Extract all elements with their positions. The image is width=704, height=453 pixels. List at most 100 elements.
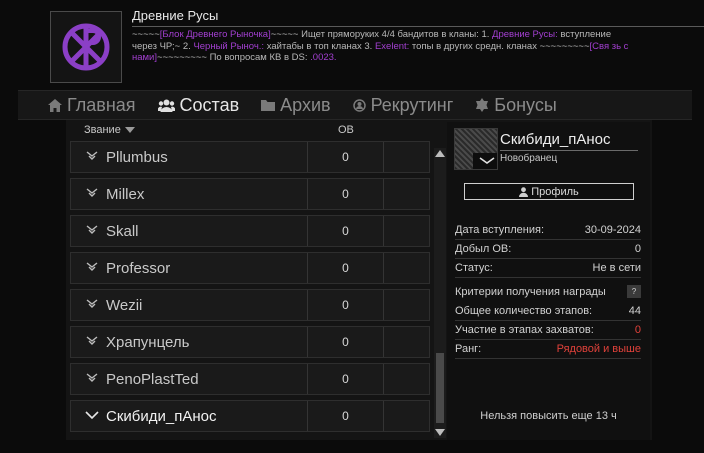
rank-chevron-icon	[86, 299, 98, 308]
recruit-icon	[352, 98, 366, 112]
profile-name-divider	[500, 150, 638, 151]
rank-header-label: Звание	[84, 124, 121, 136]
member-name: Скибиди_пАнос	[106, 408, 217, 425]
rank-chevron-icon	[86, 151, 98, 160]
rank-chevron-icon	[86, 336, 98, 345]
rank-chevron-icon	[86, 225, 98, 234]
description-text: ~~~~~ Ищет пряморуких 4/4 бандитов в кла…	[270, 29, 493, 40]
member-name: Millex	[106, 186, 145, 203]
table-row[interactable]: Professor 0	[70, 252, 430, 284]
folder-icon	[261, 99, 276, 111]
promote-note: Нельзя повысить еще 13 ч	[480, 410, 617, 422]
column-divider	[383, 253, 384, 283]
help-button[interactable]: ?	[627, 285, 641, 298]
member-ov: 0	[342, 150, 349, 164]
table-row[interactable]: Skall 0	[70, 215, 430, 247]
table-row[interactable]: Pllumbus 0	[70, 141, 430, 173]
tab-recruiting[interactable]: Рекрутинг	[352, 94, 454, 116]
member-name: PenoPlastTed	[106, 371, 199, 388]
scroll-thumb[interactable]	[436, 353, 444, 423]
tab-roster[interactable]: Состав	[157, 95, 239, 116]
rank-chevron-icon	[86, 188, 98, 197]
table-row[interactable]: PenoPlastTed 0	[70, 363, 430, 395]
table-row[interactable]: Millex 0	[70, 178, 430, 210]
tab-home-label: Главная	[67, 94, 136, 115]
scroll-up-icon[interactable]	[435, 150, 445, 157]
member-name: Professor	[106, 260, 171, 277]
stat-total-stages: Общее количество этапов: 44	[455, 303, 641, 321]
table-row[interactable]: Скибиди_пАнос 0	[70, 400, 430, 432]
avatar	[454, 128, 498, 170]
chi-rho-emblem-icon	[62, 23, 110, 71]
sort-down-icon	[124, 127, 135, 133]
profile-button[interactable]: Профиль	[464, 183, 634, 200]
stat-required-rank: Ранг: Рядовой и выше	[455, 341, 641, 359]
rank-chevron-icon	[86, 373, 98, 382]
member-ov: 0	[342, 224, 349, 238]
tab-archive-label: Архив	[280, 94, 331, 115]
stat-capture-participation: Участие в этапах захватов: 0	[455, 322, 641, 340]
description-highlight: Древние Русы:	[492, 29, 558, 40]
stat-status: Статус: Не в сети	[455, 260, 641, 278]
tab-archive[interactable]: Архив	[261, 94, 331, 116]
rank-chevron-icon	[85, 411, 99, 420]
badge-icon	[475, 98, 489, 112]
description-highlight: .0023.	[310, 52, 337, 63]
ov-header[interactable]: ОВ	[338, 124, 354, 136]
header-divider	[132, 26, 704, 27]
reward-criteria-row: Критерии получения награды ?	[455, 284, 641, 302]
member-ov: 0	[342, 372, 349, 386]
tab-bonuses[interactable]: Бонусы	[475, 95, 557, 116]
stat-value: 0	[634, 324, 641, 336]
member-name: Skall	[106, 223, 139, 240]
profile-rank: Новобранец	[500, 153, 558, 164]
member-ov: 0	[342, 261, 349, 275]
table-row[interactable]: Wezii 0	[70, 289, 430, 321]
column-divider	[383, 290, 384, 320]
member-ov: 0	[342, 298, 349, 312]
description-highlight: [Блок Древнего Рыночка]	[159, 29, 271, 40]
table-row[interactable]: Храпунцель 0	[70, 326, 430, 358]
description-text: ~~~~~	[132, 29, 160, 40]
stat-label: Добыл ОВ:	[455, 243, 512, 255]
rank-sort-header[interactable]: Звание	[84, 124, 135, 136]
column-divider	[383, 142, 384, 172]
profile-name: Скибиди_пАнос	[500, 131, 611, 148]
description-text: хайтабы в топ кланах 3.	[264, 40, 375, 52]
stat-label: Дата вступления:	[455, 224, 545, 236]
stat-label: Статус:	[455, 262, 493, 274]
column-divider	[383, 216, 384, 246]
stat-value: Не в сети	[592, 262, 641, 274]
member-name: Храпунцель	[106, 334, 190, 351]
nav-bar: Главная Состав Архив Рекрутинг Бонусы	[18, 90, 692, 120]
tab-recruiting-label: Рекрутинг	[370, 94, 454, 115]
member-list: Pllumbus 0 Millex 0 Skall 0 Professor 0 Wezii 0 Хр…	[70, 141, 432, 437]
stat-join-date: Дата вступления: 30-09-2024	[455, 222, 641, 240]
member-name: Wezii	[106, 297, 143, 314]
column-divider	[383, 401, 384, 431]
stat-label: Участие в этапах захватов:	[455, 324, 594, 336]
description-text: топы в других средн. кланах ~~~~~~~~~	[409, 40, 590, 52]
column-divider	[383, 327, 384, 357]
users-icon	[157, 99, 175, 112]
stat-value: 30-09-2024	[584, 224, 641, 236]
rank-chevron-icon	[86, 262, 98, 271]
member-list-scrollbar[interactable]	[434, 148, 446, 438]
user-icon	[519, 186, 529, 197]
column-divider	[383, 179, 384, 209]
stat-ov-earned: Добыл ОВ: 0	[455, 241, 641, 259]
description-text: ~~~~~~~~~ По вопросам КВ в DS:	[157, 52, 311, 63]
stat-value: Рядовой и выше	[556, 343, 641, 355]
stat-label: Ранг:	[455, 343, 482, 355]
home-icon	[48, 98, 62, 112]
clan-name: Древние Русы	[132, 8, 219, 23]
tab-home[interactable]: Главная	[48, 95, 136, 116]
clan-emblem	[50, 11, 122, 83]
member-ov: 0	[342, 409, 349, 423]
rank-chevron-icon	[479, 157, 495, 164]
stat-value: 0	[634, 243, 641, 255]
member-ov: 0	[342, 335, 349, 349]
scroll-down-icon[interactable]	[435, 429, 445, 436]
column-divider	[383, 364, 384, 394]
profile-button-label: Профиль	[531, 185, 579, 198]
